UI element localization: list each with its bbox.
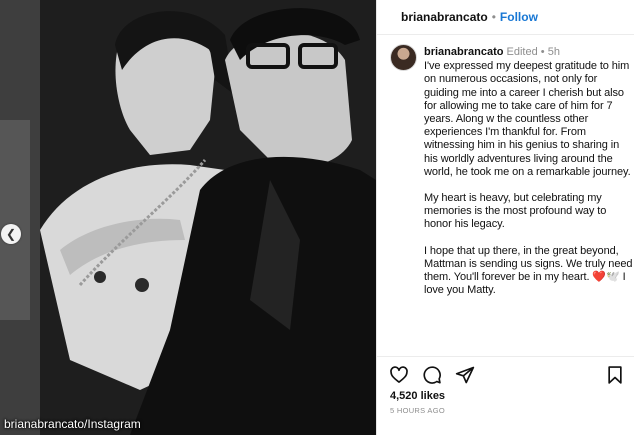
caption-separator: • — [540, 46, 545, 58]
post-panel: brianabrancato • Follow brianabrancato E… — [376, 0, 634, 435]
likes-count[interactable]: 4,520 likes — [390, 390, 445, 402]
caption-paragraph-closing: I hope that up there, in the great beyon… — [424, 245, 634, 298]
action-bar — [377, 356, 634, 392]
caption-paragraph: I've expressed my deepest gratitude to h… — [424, 60, 631, 178]
heart-icon[interactable] — [389, 365, 409, 385]
caption-body: brianabrancato Edited • 5h I've expresse… — [424, 46, 634, 310]
chevron-left-icon: ❮ — [5, 227, 17, 241]
post-timestamp: 5 HOURS AGO — [390, 406, 445, 415]
post-header: brianabrancato • Follow — [377, 0, 634, 35]
share-icon[interactable] — [455, 365, 475, 385]
photo-illustration — [0, 0, 376, 435]
comment-icon[interactable] — [422, 365, 442, 385]
caption-username[interactable]: brianabrancato — [424, 46, 503, 58]
post-photo: ❮ brianabrancato/Instagram — [0, 0, 376, 435]
header-separator: • — [491, 10, 496, 24]
photo-credit: brianabrancato/Instagram — [4, 417, 141, 431]
carousel-prev-button[interactable]: ❮ — [1, 224, 21, 244]
caption-paragraph: My heart is heavy, but celebrating my me… — [424, 192, 607, 231]
follow-button[interactable]: Follow — [500, 10, 538, 24]
caption-edited: Edited — [506, 46, 538, 58]
heart-dove-emoji: ❤️🕊️ — [592, 271, 620, 284]
caption-meta: brianabrancato Edited • 5h — [424, 46, 634, 59]
avatar[interactable] — [390, 44, 417, 71]
header-username[interactable]: brianabrancato — [401, 10, 488, 24]
bookmark-icon[interactable] — [605, 365, 625, 385]
caption-age[interactable]: 5h — [548, 46, 560, 58]
